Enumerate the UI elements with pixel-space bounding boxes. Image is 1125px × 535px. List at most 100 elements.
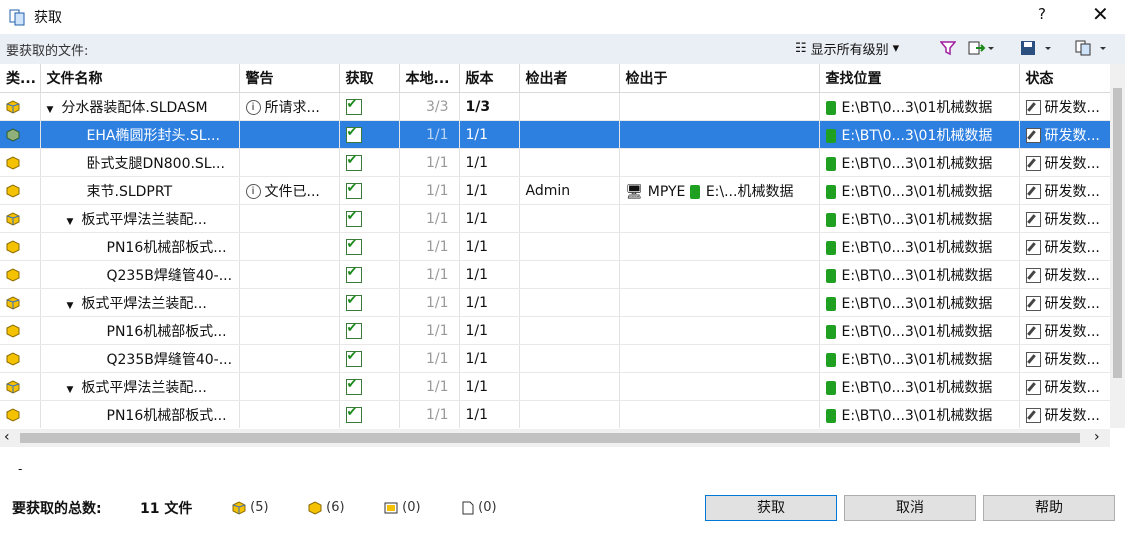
edit-icon [1025, 352, 1041, 367]
vertical-scroll-thumb[interactable] [1113, 88, 1122, 378]
get-cell [339, 288, 400, 317]
local-cell: 1/1 [399, 260, 460, 289]
local-cell: 1/1 [399, 344, 460, 373]
table-row[interactable]: PN16机械部板式... 1/1 1/1 E:\BT\0...3\01机械数据 … [0, 232, 1110, 261]
column-checked-by[interactable]: 检出者 [519, 64, 620, 93]
filename-cell: PN16机械部板式... [40, 400, 240, 428]
get-checkbox[interactable] [345, 97, 362, 115]
get-checkbox[interactable] [345, 153, 362, 171]
table-row[interactable]: Q235B焊缝管40-... 1/1 1/1 E:\BT\0...3\01机械数… [0, 260, 1110, 289]
scroll-left-icon[interactable]: ‹ [4, 429, 10, 445]
column-type[interactable]: 类... [0, 64, 41, 93]
filename-cell: Q235B焊缝管40-... [40, 260, 240, 289]
get-checkbox[interactable] [345, 349, 362, 367]
column-get[interactable]: 获取 [339, 64, 400, 93]
table-row[interactable]: EHA椭圆形封头.SL... 1/1 1/1 E:\BT\0...3\01机械数… [0, 120, 1110, 149]
version-cell: 1/1 [459, 148, 520, 177]
column-location[interactable]: 查找位置 [819, 64, 1020, 93]
filename-cell: EHA椭圆形封头.SL... [40, 120, 240, 149]
filter-icon[interactable] [939, 40, 957, 59]
location-cell: E:\BT\0...3\01机械数据 [819, 288, 1020, 317]
expand-arrow-icon[interactable]: ▼ [67, 301, 74, 311]
table-row[interactable]: ▼分水器装配体.SLDASM i所请求... 3/3 1/3 E:\BT\0..… [0, 92, 1110, 121]
checked-by-cell [519, 204, 620, 233]
part-icon [6, 155, 20, 170]
column-status[interactable]: 状态 [1019, 64, 1110, 93]
vault-icon [825, 184, 836, 199]
get-checkbox[interactable] [345, 293, 362, 311]
warning-cell [239, 372, 340, 401]
location-cell: E:\BT\0...3\01机械数据 [819, 120, 1020, 149]
get-checkbox[interactable] [345, 265, 362, 283]
get-checkbox[interactable] [345, 209, 362, 227]
cancel-button[interactable]: 取消 [844, 495, 976, 521]
scroll-right-icon[interactable]: › [1094, 429, 1100, 445]
edit-icon [1025, 296, 1041, 311]
location-cell: E:\BT\0...3\01机械数据 [819, 176, 1020, 205]
checked-by-cell [519, 148, 620, 177]
get-cell [339, 92, 400, 121]
footer: 要获取的总数: 11 文件 (5) (6) (0) (0) 获取 取消 帮助 [0, 492, 1125, 522]
type-cell [0, 232, 41, 261]
vault-icon [825, 324, 836, 339]
status-cell: 研发数... [1019, 204, 1110, 233]
warning-cell: i 所请求... [239, 92, 340, 121]
warning-cell [239, 344, 340, 373]
filename-cell: ▼ 板式平焊法兰装配... [40, 372, 240, 401]
get-checkbox[interactable] [345, 377, 362, 395]
table-row[interactable]: ▼板式平焊法兰装配... 1/1 1/1 E:\BT\0...3\01机械数据 … [0, 372, 1110, 401]
level-dropdown[interactable]: ☷ 显示所有级别 ▾ [795, 39, 899, 58]
table-row[interactable]: ▼板式平焊法兰装配... 1/1 1/1 E:\BT\0...3\01机械数据 … [0, 288, 1110, 317]
warning-cell [239, 288, 340, 317]
edit-icon [1025, 408, 1041, 423]
window-title: 获取 [34, 10, 62, 26]
table-row[interactable]: PN16机械部板式... 1/1 1/1 E:\BT\0...3\01机械数据 … [0, 316, 1110, 345]
files-to-get-label: 要获取的文件: [6, 44, 89, 59]
save-icon[interactable] [1020, 40, 1054, 59]
type-cell [0, 400, 41, 428]
table-row[interactable]: Q235B焊缝管40-... 1/1 1/1 E:\BT\0...3\01机械数… [0, 344, 1110, 373]
table-row[interactable]: PN16机械部板式... 1/1 1/1 E:\BT\0...3\01机械数据 … [0, 400, 1110, 428]
status-text: - [18, 462, 23, 476]
get-checkbox[interactable] [345, 125, 362, 143]
location-cell: E:\BT\0...3\01机械数据 [819, 260, 1020, 289]
edit-icon [1025, 100, 1041, 115]
checked-at-cell [619, 372, 820, 401]
get-checkbox[interactable] [345, 181, 362, 199]
location-cell: E:\BT\0...3\01机械数据 [819, 148, 1020, 177]
table-row[interactable]: 卧式支腿DN800.SL... 1/1 1/1 E:\BT\0...3\01机械… [0, 148, 1110, 177]
vault-icon [825, 268, 836, 283]
status-cell: 研发数... [1019, 400, 1110, 428]
horizontal-scrollbar[interactable]: ‹ › [0, 429, 1110, 447]
version-cell: 1/1 [459, 288, 520, 317]
get-checkbox[interactable] [345, 405, 362, 423]
vertical-scrollbar[interactable] [1110, 64, 1125, 428]
column-warning[interactable]: 警告 [239, 64, 340, 93]
column-filename[interactable]: 文件名称 [40, 64, 240, 93]
expand-arrow-icon[interactable]: ▼ [47, 105, 54, 115]
horizontal-scroll-thumb[interactable] [20, 433, 1080, 443]
local-cell: 1/1 [399, 120, 460, 149]
get-checkbox[interactable] [345, 321, 362, 339]
column-checked-at[interactable]: 检出于 [619, 64, 820, 93]
help-icon[interactable]: ? [1038, 5, 1046, 23]
column-local[interactable]: 本地... [399, 64, 460, 93]
checked-at-cell [619, 400, 820, 428]
local-cell: 1/1 [399, 176, 460, 205]
close-icon[interactable]: ✕ [1092, 2, 1109, 26]
vault-icon [825, 100, 836, 115]
part-icon [6, 183, 20, 198]
expand-arrow-icon[interactable]: ▼ [67, 385, 74, 395]
table-row[interactable]: 束节.SLDPRT i文件已... 1/1 1/1 Admin 🖥 MPYE E… [0, 176, 1110, 205]
part-icon [6, 351, 20, 366]
help-button[interactable]: 帮助 [983, 495, 1115, 521]
document-icon [462, 500, 474, 515]
get-button[interactable]: 获取 [705, 495, 837, 521]
expand-arrow-icon[interactable]: ▼ [67, 217, 74, 227]
get-checkbox[interactable] [345, 237, 362, 255]
export-icon[interactable] [968, 40, 994, 59]
table-row[interactable]: ▼板式平焊法兰装配... 1/1 1/1 E:\BT\0...3\01机械数据 … [0, 204, 1110, 233]
column-version[interactable]: 版本 [459, 64, 520, 93]
warning-cell [239, 148, 340, 177]
copy-icon[interactable] [1075, 40, 1109, 59]
